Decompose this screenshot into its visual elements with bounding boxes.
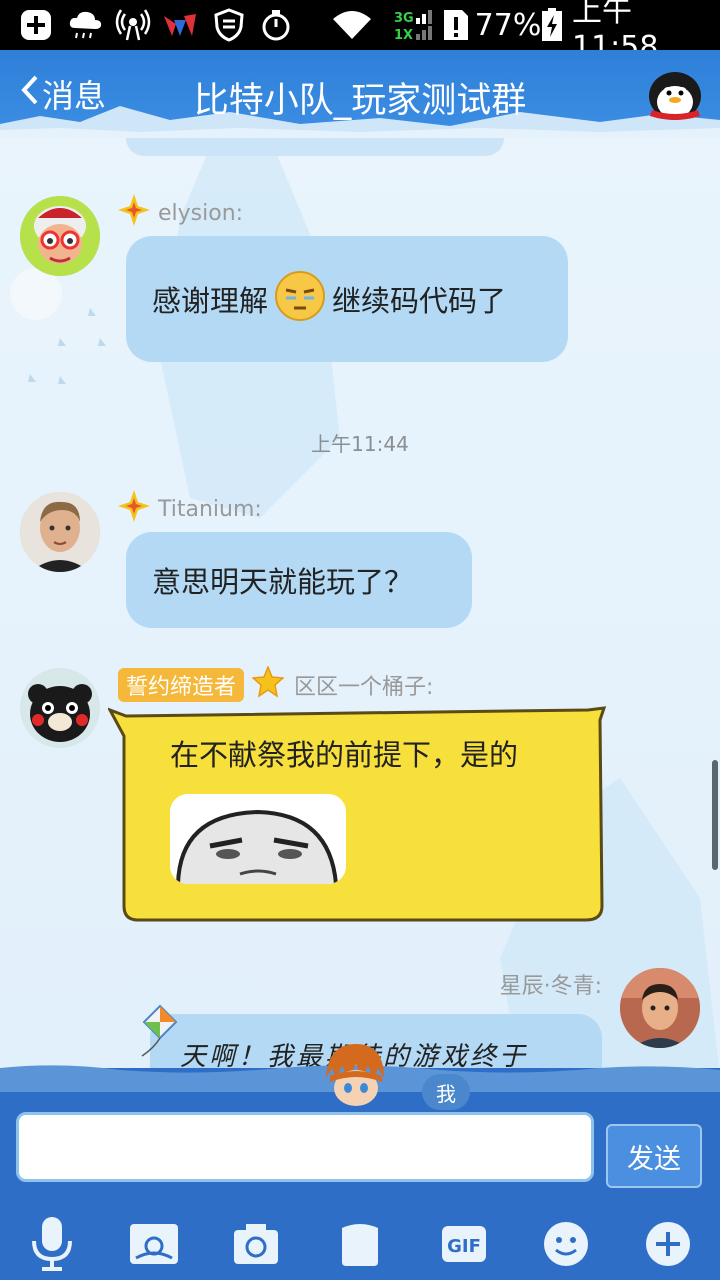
avatar[interactable] [20, 668, 100, 748]
message-bubble[interactable]: 在不献祭我的前提下，是的 [108, 706, 608, 924]
message-text: 在不献祭我的前提下，是的 [170, 738, 519, 772]
star-icon [251, 664, 285, 704]
smiley-icon[interactable] [538, 1216, 594, 1272]
cloud-rain-icon [66, 8, 106, 42]
mascot-character[interactable] [320, 1038, 390, 1108]
sender-name: elysion: [158, 200, 244, 226]
sender-name: 区区一个桶子: [294, 675, 434, 700]
mascot-badge: 我 [422, 1074, 470, 1110]
send-button[interactable]: 发送 [606, 1124, 702, 1188]
star-icon [118, 194, 150, 232]
plus-icon[interactable] [640, 1216, 696, 1272]
camera-icon[interactable] [228, 1216, 284, 1272]
sleepy-face-emoji-icon [274, 270, 326, 329]
gif-label: GIF [447, 1236, 481, 1257]
back-label: 消息 [42, 77, 107, 115]
message-input-field[interactable] [19, 1115, 591, 1179]
previous-bubble [126, 138, 504, 156]
status-bar: 3G 1X 77% 上午11:58 [0, 0, 720, 65]
back-button[interactable]: 消息 [20, 72, 106, 116]
message-text: 感谢理解 [152, 284, 269, 318]
battery-charging-icon [540, 8, 564, 42]
penguin-icon[interactable] [644, 66, 706, 122]
microphone-icon[interactable] [24, 1216, 80, 1272]
stopwatch-icon [258, 8, 294, 42]
clock: 上午11:58 [572, 0, 659, 65]
star-icon [118, 490, 150, 528]
back-chevron-icon [20, 74, 42, 114]
picture-icon[interactable] [126, 1216, 182, 1272]
chat-area[interactable]: elysion: 感谢理解 继续码代码了 上午11:44 Titanium: 意… [0, 138, 720, 1073]
message-text: 继续码代码了 [332, 284, 507, 318]
title-badge: 誓约缔造者 [118, 668, 245, 702]
composer-toolbar: GIF [0, 1208, 720, 1280]
float-dot [10, 268, 62, 320]
signal-tower-icon [114, 8, 152, 42]
message-bubble[interactable]: 感谢理解 继续码代码了 [126, 236, 568, 362]
app-icon [162, 8, 198, 42]
add-notification-icon [18, 8, 54, 42]
sender-name: 星辰·冬青: [499, 974, 602, 999]
svg-text:1X: 1X [394, 28, 413, 42]
timestamp: 上午11:44 [311, 432, 409, 456]
battery-percent: 77% [474, 7, 542, 43]
svg-text:3G: 3G [394, 11, 414, 26]
title-bar: 消息 比特小队_玩家测试群 [0, 50, 720, 138]
avatar[interactable] [20, 492, 100, 572]
page-title: 比特小队_玩家测试群 [193, 81, 527, 121]
sender-line: elysion: [118, 194, 243, 232]
sender-line: 星辰·冬青: [500, 968, 602, 1000]
sim-alert-icon [440, 8, 472, 42]
cell-signal-icon: 3G 1X [394, 8, 436, 42]
gif-icon[interactable]: GIF [436, 1216, 492, 1272]
avatar[interactable] [620, 968, 700, 1048]
sender-name: Titanium: [158, 496, 262, 522]
scrollbar[interactable] [712, 760, 718, 870]
phone-icon[interactable] [332, 1216, 388, 1272]
avatar[interactable] [20, 196, 100, 276]
message-input[interactable] [16, 1112, 594, 1182]
sender-line: Titanium: [118, 490, 262, 528]
message-bubble[interactable]: 意思明天就能玩了？ [126, 532, 472, 628]
wifi-icon [330, 8, 374, 42]
sticker-image[interactable] [170, 794, 346, 884]
sender-line: 誓约缔造者 区区一个桶子: [118, 664, 434, 704]
shield-icon [212, 8, 246, 42]
kite-icon [136, 1004, 182, 1062]
message-text: 意思明天就能玩了？ [152, 565, 414, 599]
bottom-bar: 我 发送 GIF [0, 1044, 720, 1280]
